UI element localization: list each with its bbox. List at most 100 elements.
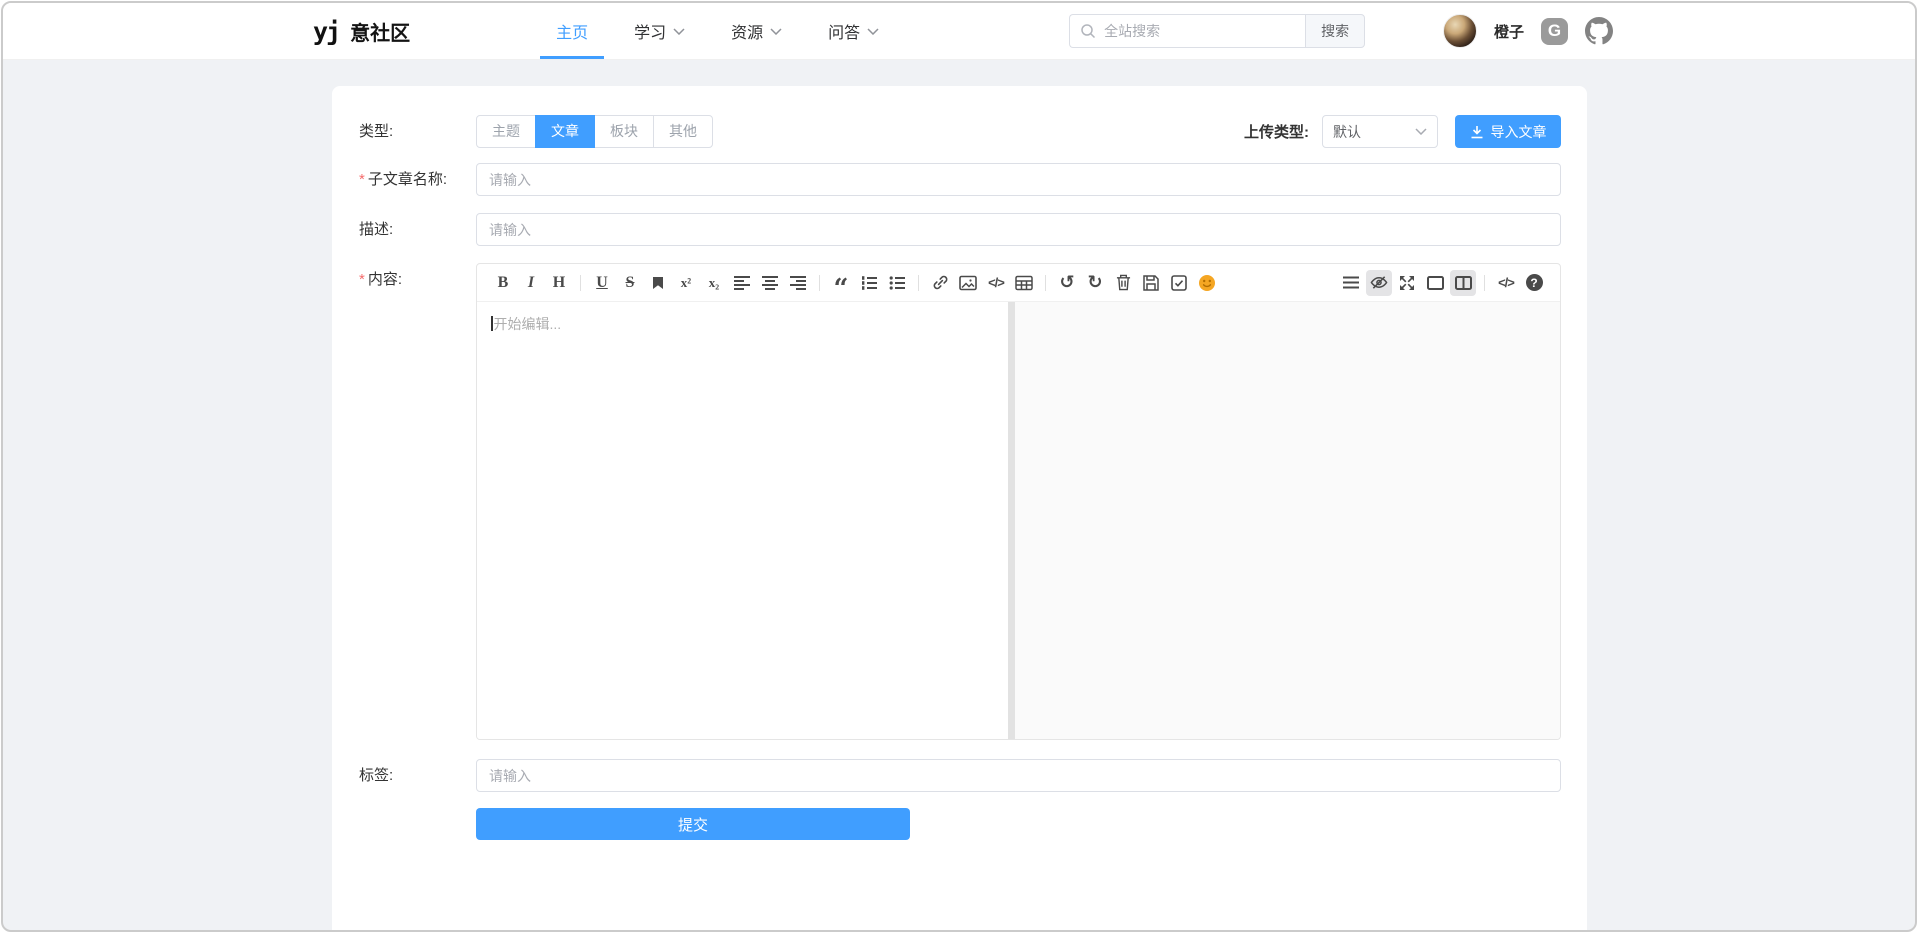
chevron-down-icon	[673, 28, 685, 35]
subscript-icon[interactable]: x₂	[701, 270, 727, 296]
text-cursor	[491, 316, 493, 331]
toolbar-separator	[1484, 275, 1485, 291]
description-label: 描述:	[359, 213, 476, 246]
type-option-article[interactable]: 文章	[535, 115, 595, 148]
source-code-icon[interactable]: </>	[1493, 270, 1519, 296]
nav-item-resources[interactable]: 资源	[715, 3, 798, 59]
sub-article-name-input[interactable]	[476, 163, 1561, 196]
emoji-icon[interactable]	[1194, 270, 1220, 296]
heading-icon[interactable]: H	[546, 270, 572, 296]
search-button[interactable]: 搜索	[1305, 14, 1365, 48]
submit-spacer	[359, 808, 476, 840]
bold-icon[interactable]: B	[490, 270, 516, 296]
import-article-button[interactable]: 导入文章	[1455, 115, 1561, 148]
site-logo-icon: yj	[313, 17, 339, 46]
toolbar-separator	[1045, 275, 1046, 291]
pane-resize-handle[interactable]	[1008, 302, 1015, 739]
align-left-icon[interactable]	[729, 270, 755, 296]
chevron-down-icon	[867, 28, 879, 35]
superscript-icon[interactable]: x²	[673, 270, 699, 296]
blockquote-icon[interactable]: “	[828, 270, 854, 296]
upload-type-select[interactable]: 默认	[1322, 115, 1438, 148]
brand[interactable]: yj 意社区	[313, 3, 410, 59]
underline-icon[interactable]: U	[589, 270, 615, 296]
description-row: 描述:	[359, 213, 1561, 246]
nav-item-qa[interactable]: 问答	[812, 3, 895, 59]
gitee-icon[interactable]: G	[1541, 18, 1568, 45]
tag-row: 标签:	[359, 759, 1561, 792]
ordered-list-icon[interactable]	[856, 270, 882, 296]
toolbar-separator	[918, 275, 919, 291]
strikethrough-icon[interactable]: S	[617, 270, 643, 296]
editor-toolbar: B I H U S x² x₂ “	[477, 264, 1560, 302]
bookmark-icon[interactable]	[645, 270, 671, 296]
site-search: 搜索	[1069, 3, 1365, 59]
redo-icon[interactable]: ↻	[1082, 270, 1108, 296]
user-area: 橙子 G	[1443, 3, 1613, 59]
type-segmented-control: 主题 文章 板块 其他	[476, 115, 713, 148]
unordered-list-icon[interactable]	[884, 270, 910, 296]
editor-panes: 开始编辑...	[477, 302, 1560, 739]
type-option-other[interactable]: 其他	[653, 115, 713, 148]
required-marker: *	[359, 171, 365, 188]
content-row: *内容: B I H U S x² x₂ “	[359, 263, 1561, 740]
editor-toolbar-right: </> ?	[1337, 270, 1548, 296]
fullscreen-icon[interactable]	[1394, 270, 1420, 296]
chevron-down-icon	[770, 28, 782, 35]
preview-only-icon[interactable]	[1422, 270, 1448, 296]
align-center-icon[interactable]	[757, 270, 783, 296]
app-window: yj 意社区 主页 学习 资源 问答 搜索	[1, 1, 1917, 932]
task-list-icon[interactable]	[1166, 270, 1192, 296]
help-icon[interactable]: ?	[1521, 270, 1547, 296]
search-input[interactable]	[1069, 14, 1305, 48]
split-view-icon[interactable]	[1450, 270, 1476, 296]
type-row: 类型: 主题 文章 板块 其他 上传类型: 默认 导入文章	[359, 115, 1561, 148]
editor-input-pane[interactable]: 开始编辑...	[477, 302, 1008, 739]
nav-item-learn[interactable]: 学习	[618, 3, 701, 59]
github-icon[interactable]	[1585, 17, 1613, 45]
search-box	[1069, 14, 1305, 48]
submit-button[interactable]: 提交	[476, 808, 910, 840]
name-row: *子文章名称:	[359, 163, 1561, 196]
name-label: *子文章名称:	[359, 163, 476, 196]
align-right-icon[interactable]	[785, 270, 811, 296]
editor-preview-pane	[1015, 302, 1560, 739]
clear-icon[interactable]	[1110, 270, 1136, 296]
type-label: 类型:	[359, 115, 476, 148]
code-block-icon[interactable]: </>	[983, 270, 1009, 296]
link-icon[interactable]	[927, 270, 953, 296]
top-navbar: yj 意社区 主页 学习 资源 问答 搜索	[3, 3, 1915, 60]
type-option-topic[interactable]: 主题	[476, 115, 536, 148]
submit-row: 提交	[359, 808, 1561, 840]
upload-cluster: 上传类型: 默认 导入文章	[1244, 115, 1561, 148]
nav-item-label: 资源	[731, 19, 763, 43]
toc-icon[interactable]	[1338, 270, 1364, 296]
username[interactable]: 橙子	[1494, 21, 1524, 42]
chevron-down-icon	[1415, 128, 1427, 135]
nav-item-label: 主页	[556, 19, 588, 43]
markdown-editor: B I H U S x² x₂ “	[476, 263, 1561, 740]
editor-placeholder: 开始编辑...	[494, 316, 562, 332]
preview-toggle-icon[interactable]	[1366, 270, 1392, 296]
article-form-card: 类型: 主题 文章 板块 其他 上传类型: 默认 导入文章 *子	[332, 86, 1587, 932]
content-label: *内容:	[359, 263, 476, 290]
help-badge: ?	[1526, 274, 1543, 291]
image-icon[interactable]	[955, 270, 981, 296]
italic-icon[interactable]: I	[518, 270, 544, 296]
nav-item-home[interactable]: 主页	[540, 3, 604, 59]
download-icon	[1470, 125, 1484, 139]
save-icon[interactable]	[1138, 270, 1164, 296]
undo-icon[interactable]: ↺	[1054, 270, 1080, 296]
avatar[interactable]	[1443, 14, 1477, 48]
upload-type-label: 上传类型:	[1244, 121, 1309, 142]
toolbar-separator	[580, 275, 581, 291]
toolbar-separator	[819, 275, 820, 291]
table-icon[interactable]	[1011, 270, 1037, 296]
tag-input[interactable]	[476, 759, 1561, 792]
description-input[interactable]	[476, 213, 1561, 246]
required-marker: *	[359, 271, 365, 288]
nav-item-label: 问答	[828, 19, 860, 43]
search-icon	[1080, 23, 1096, 39]
type-option-board[interactable]: 板块	[594, 115, 654, 148]
site-title: 意社区	[350, 17, 410, 46]
